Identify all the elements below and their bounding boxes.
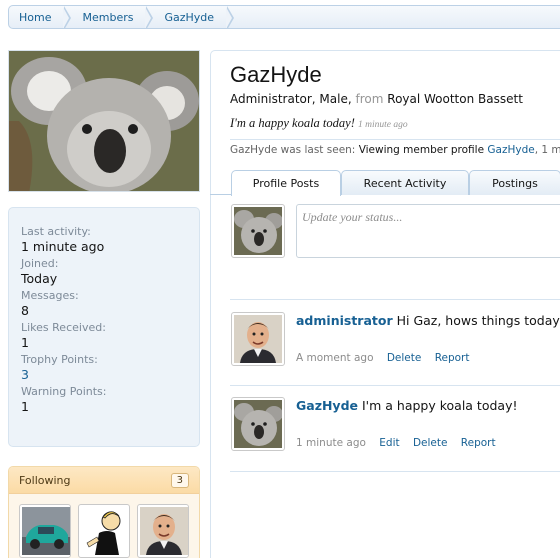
post-time: A moment ago xyxy=(296,352,374,364)
following-avatar-cartoon[interactable] xyxy=(78,504,130,558)
post-content: administrator Hi Gaz, hows things today? xyxy=(296,313,560,328)
post-author-link[interactable]: GazHyde xyxy=(296,398,358,413)
last-activity-label: Last activity: xyxy=(21,225,91,238)
status-update-input[interactable]: Update your status... xyxy=(296,204,560,258)
member-info-panel: Last activity: 1 minute ago Joined: Toda… xyxy=(8,207,200,447)
following-avatars xyxy=(9,494,199,558)
post-avatar-administrator[interactable] xyxy=(231,312,285,366)
tab-postings[interactable]: Postings xyxy=(469,170,560,195)
following-header[interactable]: Following 3 xyxy=(9,467,199,494)
breadcrumb-home[interactable]: Home xyxy=(9,6,72,28)
joined-value: Today xyxy=(21,271,58,286)
trophy-points-link[interactable]: 3 xyxy=(21,367,187,382)
post-time: 1 minute ago xyxy=(296,437,366,449)
likes-label: Likes Received: xyxy=(21,321,106,334)
warning-label: Warning Points: xyxy=(21,385,107,398)
following-label: Following xyxy=(19,473,71,487)
breadcrumb-current[interactable]: GazHyde xyxy=(147,6,235,28)
breadcrumb-members-label: Members xyxy=(82,10,134,24)
last-seen-link[interactable]: GazHyde xyxy=(487,144,534,156)
header-divider xyxy=(230,139,560,140)
divider xyxy=(230,299,560,300)
following-avatar-car[interactable] xyxy=(19,504,71,558)
status-author-avatar[interactable] xyxy=(231,204,285,258)
koala-avatar-image xyxy=(234,207,282,255)
post-meta: 1 minute ago Edit Delete Report xyxy=(296,437,496,449)
post-avatar-gazhyde[interactable] xyxy=(231,397,285,451)
post-author-link[interactable]: administrator xyxy=(296,313,393,328)
edit-link[interactable]: Edit xyxy=(379,437,399,449)
warning-value: 1 xyxy=(21,399,29,414)
trophy-label: Trophy Points: xyxy=(21,353,98,366)
breadcrumb-members[interactable]: Members xyxy=(65,6,154,28)
cartoon-avatar-image xyxy=(81,507,129,555)
breadcrumb: Home Members GazHyde xyxy=(8,5,560,29)
report-link[interactable]: Report xyxy=(461,437,496,449)
car-avatar-image xyxy=(22,507,70,555)
messages-value: 8 xyxy=(21,303,29,318)
post-message: I'm a happy koala today! xyxy=(362,398,518,413)
tab-recent-activity[interactable]: Recent Activity xyxy=(341,170,469,195)
current-status: I'm a happy koala today! 1 minute ago xyxy=(230,116,560,131)
breadcrumb-current-label: GazHyde xyxy=(164,10,215,24)
post-content: GazHyde I'm a happy koala today! xyxy=(296,398,518,413)
breadcrumb-home-label: Home xyxy=(19,10,52,24)
last-seen-prefix: GazHyde was last seen: xyxy=(230,144,356,156)
last-seen-line: GazHyde was last seen: Viewing member pr… xyxy=(230,144,560,156)
last-seen-action: Viewing member profile xyxy=(358,144,485,156)
messages-label: Messages: xyxy=(21,289,79,302)
status-text: I'm a happy koala today! xyxy=(230,116,355,130)
profile-tabs: Profile Posts Recent Activity Postings xyxy=(210,170,560,196)
tab-profile-posts[interactable]: Profile Posts xyxy=(231,170,341,196)
delete-link[interactable]: Delete xyxy=(387,352,422,364)
following-panel: Following 3 xyxy=(8,466,200,558)
koala-avatar-image xyxy=(9,51,199,191)
delete-link[interactable]: Delete xyxy=(413,437,448,449)
profile-header: GazHyde Administrator, Male, from Royal … xyxy=(230,62,560,131)
user-title: Administrator, Male, from Royal Wootton … xyxy=(230,92,560,106)
status-time: 1 minute ago xyxy=(358,120,408,130)
report-link[interactable]: Report xyxy=(435,352,470,364)
last-activity-value: 1 minute ago xyxy=(21,239,105,254)
profile-avatar[interactable] xyxy=(8,50,200,192)
user-location: Royal Wootton Bassett xyxy=(387,92,523,106)
divider xyxy=(230,385,560,386)
likes-value: 1 xyxy=(21,335,29,350)
post-message: Hi Gaz, hows things today? xyxy=(396,313,560,328)
user-title-text: Administrator, Male, xyxy=(230,92,352,106)
divider xyxy=(230,471,560,472)
from-label: from xyxy=(355,92,384,106)
following-count-badge: 3 xyxy=(170,472,189,488)
koala-avatar-image xyxy=(234,400,282,448)
username-heading: GazHyde xyxy=(230,62,322,87)
person-avatar-image xyxy=(140,507,188,555)
post-meta: A moment ago Delete Report xyxy=(296,352,470,364)
last-seen-time: , 1 minute xyxy=(534,144,560,156)
person-avatar-image xyxy=(234,315,282,363)
joined-label: Joined: xyxy=(21,257,59,270)
following-avatar-person[interactable] xyxy=(137,504,189,558)
